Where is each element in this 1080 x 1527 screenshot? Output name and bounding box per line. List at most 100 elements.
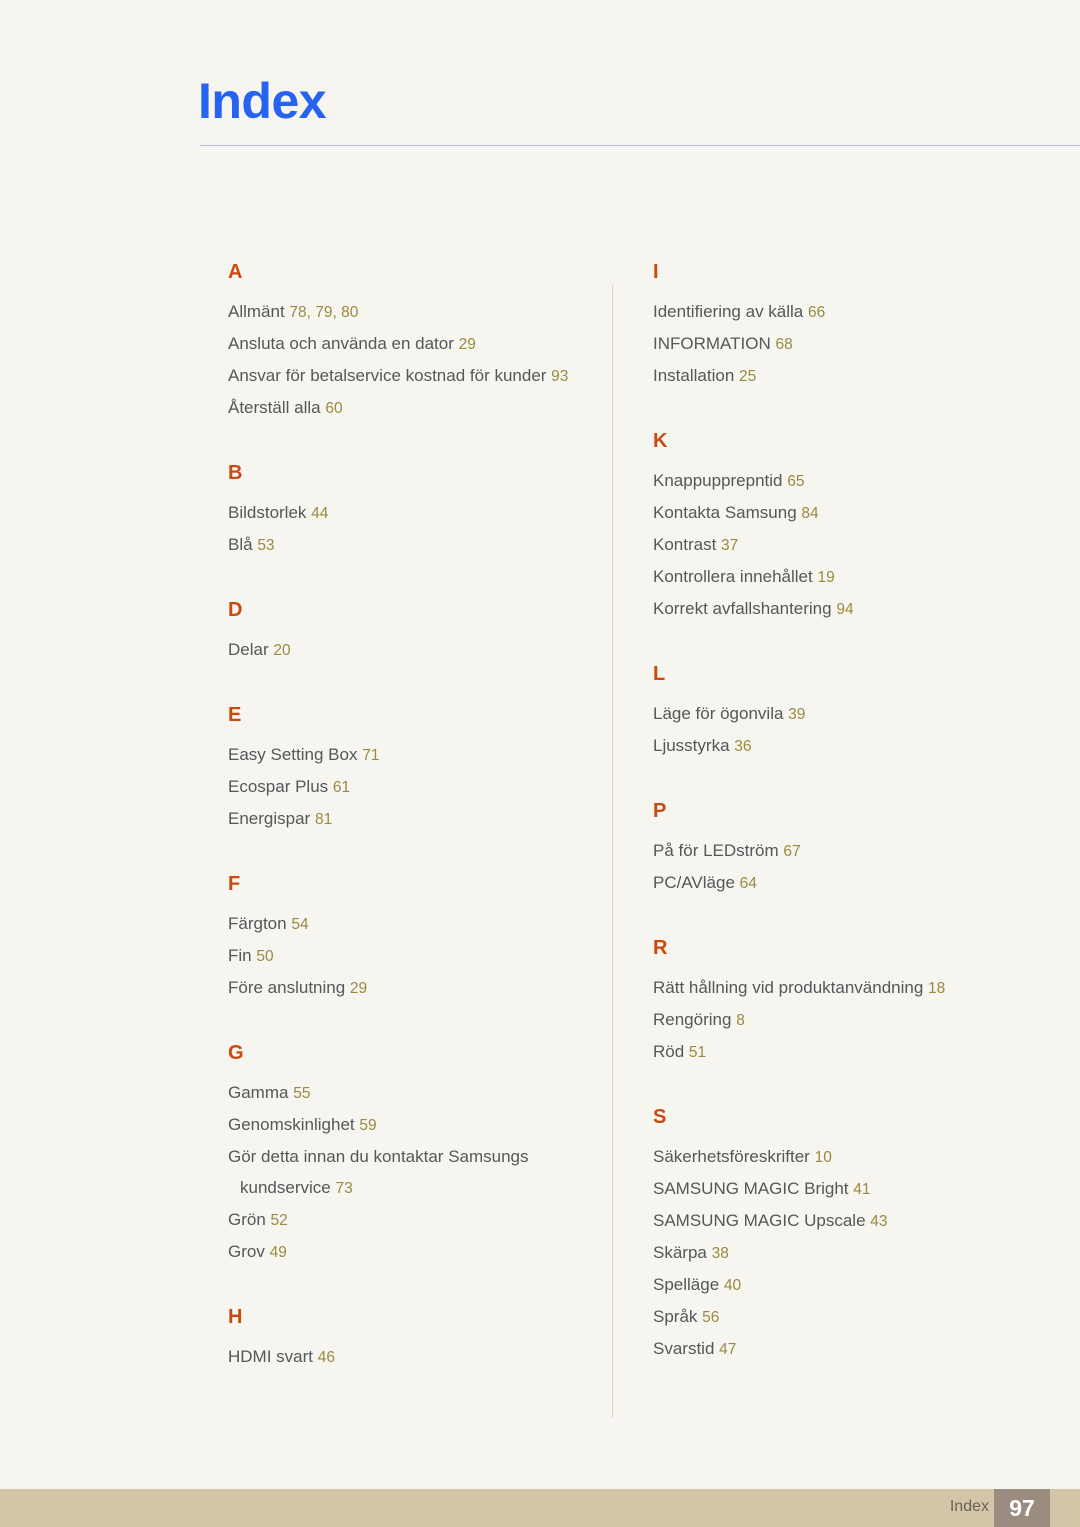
index-entry[interactable]: På för LEDström 67 xyxy=(653,835,1023,867)
index-entry[interactable]: Ljusstyrka 36 xyxy=(653,730,1023,762)
index-entry[interactable]: Före anslutning 29 xyxy=(228,972,598,1004)
index-entry[interactable]: Korrekt avfallshantering 94 xyxy=(653,593,1023,625)
index-entry-pages: 29 xyxy=(349,980,368,997)
index-entry-pages: 84 xyxy=(801,505,819,522)
index-entry-pages: 43 xyxy=(870,1213,888,1230)
index-entry[interactable]: Genomskinlighet 59 xyxy=(228,1109,598,1141)
index-entry[interactable]: HDMI svart 46 xyxy=(228,1341,598,1373)
index-entry-pages: 54 xyxy=(291,916,309,933)
index-entry-pages: 18 xyxy=(928,980,946,997)
index-entry-pages: 71 xyxy=(362,747,380,764)
index-entry[interactable]: Ansluta och använda en dator 29 xyxy=(228,328,598,360)
index-entry-pages: 37 xyxy=(721,537,739,554)
index-entry[interactable]: SAMSUNG MAGIC Upscale 43 xyxy=(653,1205,1023,1237)
index-entry[interactable]: Gör detta innan du kontaktar Samsungs ku… xyxy=(228,1141,598,1204)
index-entry-term: Rätt hållning vid produktanvändning xyxy=(653,978,924,997)
letter-group-f: F Färgton 54 Fin 50 Före anslutning 29 xyxy=(228,874,598,1004)
index-entry-term: Ljusstyrka xyxy=(653,736,730,755)
index-entry-pages: 41 xyxy=(853,1181,871,1198)
index-entry-term: Gör detta innan du kontaktar Samsungs ku… xyxy=(228,1147,529,1197)
index-entry-term: Kontrollera innehållet xyxy=(653,567,813,586)
index-entry[interactable]: Ansvar för betalservice kostnad för kund… xyxy=(228,360,598,392)
index-entry[interactable]: Grön 52 xyxy=(228,1204,598,1236)
index-entry-term: Installation xyxy=(653,366,735,385)
letter-heading: F xyxy=(228,873,241,895)
index-entry-pages: 59 xyxy=(359,1117,377,1134)
index-entry-term: INFORMATION xyxy=(653,334,771,353)
index-entry[interactable]: Knappupprepntid 65 xyxy=(653,465,1023,497)
index-entry-pages: 38 xyxy=(711,1245,729,1262)
index-entry-term: Kontakta Samsung xyxy=(653,503,797,522)
index-entry-pages: 52 xyxy=(270,1212,288,1229)
index-entry-term: Delar xyxy=(228,640,269,659)
index-entry[interactable]: Ecospar Plus 61 xyxy=(228,771,598,803)
index-entry-pages: 68 xyxy=(775,336,793,353)
index-entry[interactable]: Kontrollera innehållet 19 xyxy=(653,561,1023,593)
index-entry-term: Energispar xyxy=(228,809,311,828)
index-body: A Allmänt 78, 79, 80 Ansluta och använda e… xyxy=(0,262,1080,1432)
index-entry[interactable]: Energispar 81 xyxy=(228,803,598,835)
page-footer: Index 97 xyxy=(0,1489,1080,1527)
index-entry[interactable]: Kontakta Samsung 84 xyxy=(653,497,1023,529)
index-entry[interactable]: SAMSUNG MAGIC Bright 41 xyxy=(653,1173,1023,1205)
index-entry[interactable]: Färgton 54 xyxy=(228,908,598,940)
index-entry[interactable]: Rätt hållning vid produktanvändning 18 xyxy=(653,972,1023,1004)
index-entry[interactable]: Installation 25 xyxy=(653,360,1023,392)
index-entry[interactable]: Grov 49 xyxy=(228,1236,598,1268)
index-entry[interactable]: Återställ alla 60 xyxy=(228,392,598,424)
index-entry[interactable]: INFORMATION 68 xyxy=(653,328,1023,360)
index-entry-term: Läge för ögonvila xyxy=(653,704,784,723)
index-entry[interactable]: Kontrast 37 xyxy=(653,529,1023,561)
index-entry-term: HDMI svart xyxy=(228,1347,313,1366)
letter-heading: B xyxy=(228,462,243,484)
index-entry-term: Före anslutning xyxy=(228,978,346,997)
index-entry-pages: 49 xyxy=(269,1244,287,1261)
index-entry-term: Skärpa xyxy=(653,1243,707,1262)
index-entry-pages: 39 xyxy=(788,706,806,723)
index-entry-pages: 47 xyxy=(719,1341,737,1358)
index-entry[interactable]: Spelläge 40 xyxy=(653,1269,1023,1301)
index-entry-pages: 94 xyxy=(836,601,854,618)
page-number: 97 xyxy=(1009,1494,1035,1521)
letter-heading: G xyxy=(228,1042,244,1064)
index-entry-term: Easy Setting Box xyxy=(228,745,358,764)
index-entry[interactable]: Fin 50 xyxy=(228,940,598,972)
index-entry-pages: 93 xyxy=(551,368,569,385)
index-entry-term: Korrekt avfallshantering xyxy=(653,599,832,618)
index-entry-term: Färgton xyxy=(228,914,287,933)
index-entry[interactable]: Svarstid 47 xyxy=(653,1333,1023,1365)
index-entry[interactable]: Blå 53 xyxy=(228,529,598,561)
index-entry[interactable]: Identifiering av källa 66 xyxy=(653,296,1023,328)
index-entry-pages: 55 xyxy=(293,1085,311,1102)
index-entry-pages: 20 xyxy=(273,642,291,659)
index-entry[interactable]: Rengöring 8 xyxy=(653,1004,1023,1036)
letter-group-d: D Delar 20 xyxy=(228,600,598,666)
index-entry[interactable]: Språk 56 xyxy=(653,1301,1023,1333)
letter-group-a: A Allmänt 78, 79, 80 Ansluta och använda e… xyxy=(228,262,598,424)
index-entry[interactable]: Röd 51 xyxy=(653,1036,1023,1068)
index-entry-pages: 78, 79, 80 xyxy=(289,304,359,321)
index-entry-pages: 19 xyxy=(817,569,835,586)
index-entry[interactable]: Läge för ögonvila 39 xyxy=(653,698,1023,730)
index-entry-term: Knappupprepntid xyxy=(653,471,783,490)
index-entry-term: Svarstid xyxy=(653,1339,715,1358)
index-entry[interactable]: PC/AVläge 64 xyxy=(653,867,1023,899)
letter-heading: I xyxy=(653,261,659,283)
header-divider xyxy=(200,145,1080,146)
index-entry-term: SAMSUNG MAGIC Upscale xyxy=(653,1211,866,1230)
index-entry[interactable]: Gamma 55 xyxy=(228,1077,598,1109)
index-entry-pages: 67 xyxy=(783,843,801,860)
letter-group-b: B Bildstorlek 44 Blå 53 xyxy=(228,463,598,561)
index-entry[interactable]: Allmänt 78, 79, 80 xyxy=(228,296,598,328)
letter-heading: H xyxy=(228,1306,243,1328)
index-entry[interactable]: Bildstorlek 44 xyxy=(228,497,598,529)
letter-heading: R xyxy=(653,937,668,959)
index-entry[interactable]: Säkerhetsföreskrifter 10 xyxy=(653,1141,1023,1173)
column-divider xyxy=(612,285,613,1418)
index-entry-pages: 61 xyxy=(332,779,351,796)
index-entry-term: Ansvar för betalservice kostnad för kund… xyxy=(228,366,547,385)
index-entry[interactable]: Skärpa 38 xyxy=(653,1237,1023,1269)
index-entry-term: Rengöring xyxy=(653,1010,732,1029)
index-entry[interactable]: Easy Setting Box 71 xyxy=(228,739,598,771)
index-entry[interactable]: Delar 20 xyxy=(228,634,598,666)
